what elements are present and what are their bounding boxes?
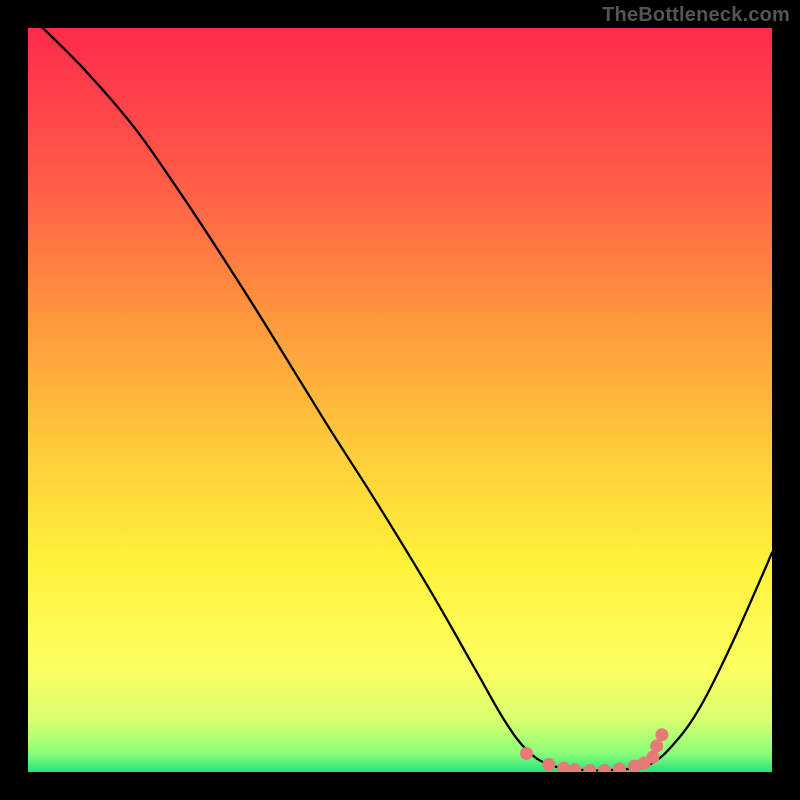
gradient-background — [28, 28, 772, 772]
watermark-label: TheBottleneck.com — [602, 4, 790, 27]
